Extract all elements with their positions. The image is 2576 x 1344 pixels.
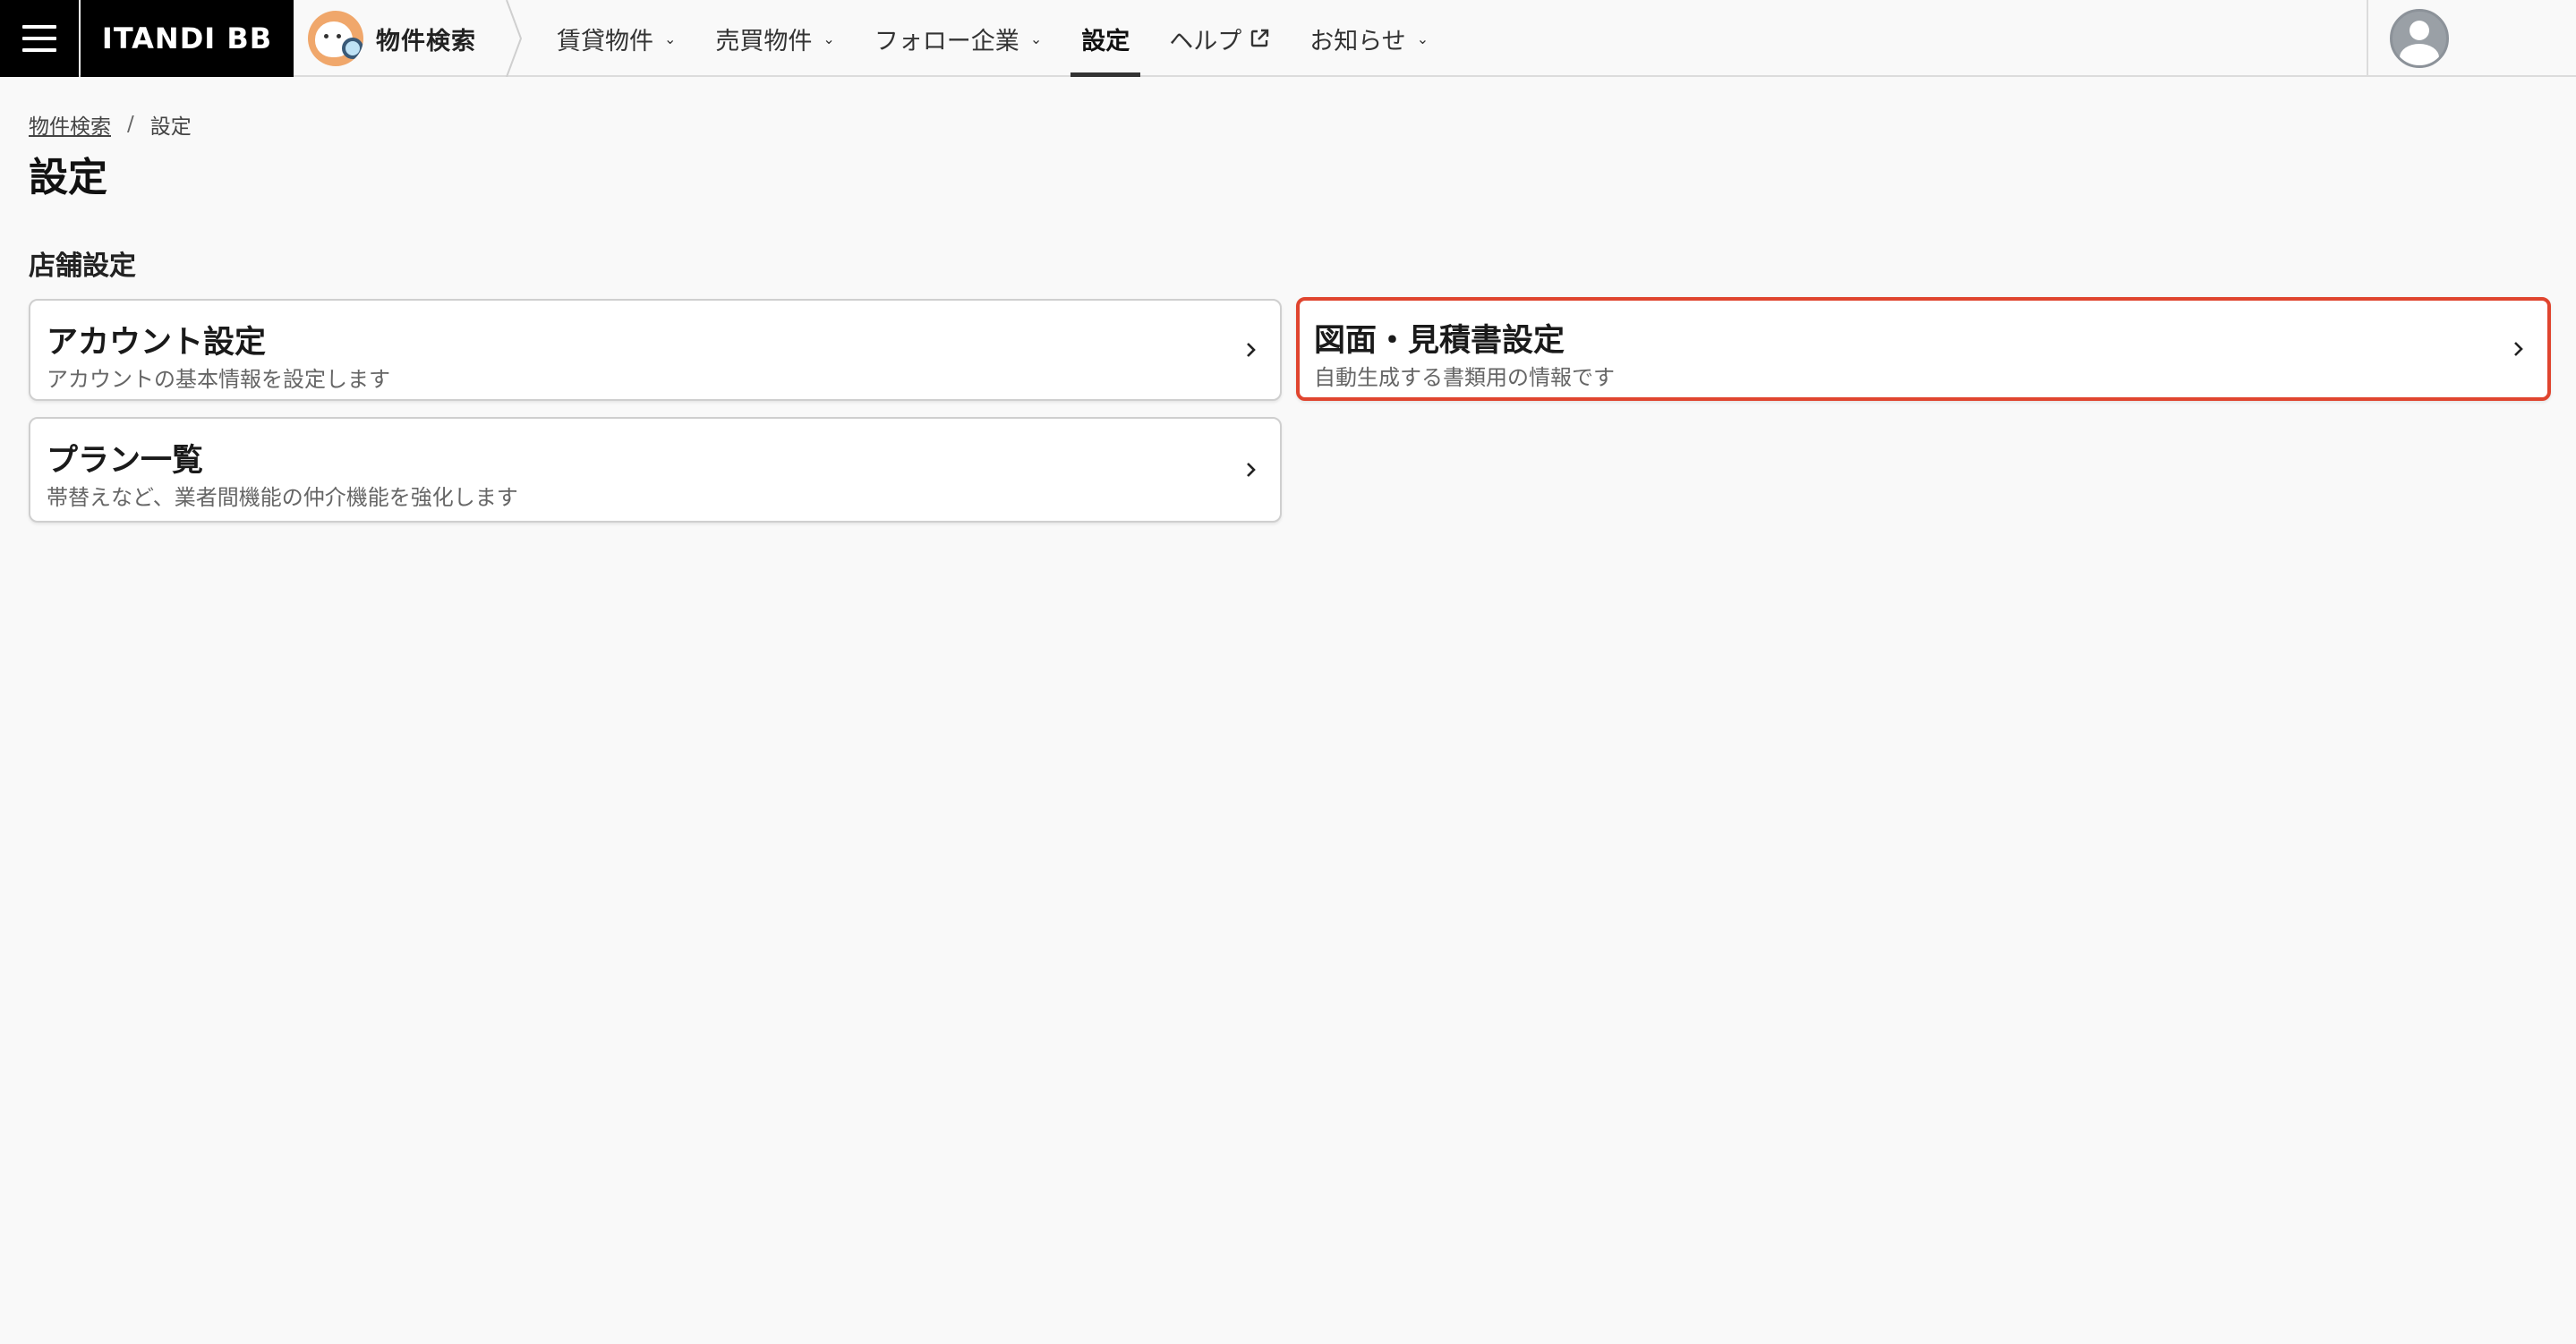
chevron-down-icon: ⌄ bbox=[1029, 30, 1043, 47]
nav-notices[interactable]: お知らせ ⌄ bbox=[1290, 0, 1448, 77]
nav-label: 賃貸物件 bbox=[557, 27, 653, 55]
nav-settings[interactable]: 設定 bbox=[1062, 0, 1149, 77]
chevron-right-icon bbox=[1247, 463, 1256, 477]
hamburger-icon bbox=[22, 25, 56, 52]
top-navigation-bar: ITANDI BB 物件検索 賃貸物件 ⌄ 売買物件 ⌄ フォロー企業 ⌄ 設定… bbox=[0, 0, 2576, 77]
nav-label: フォロー企業 bbox=[874, 27, 1019, 55]
page-title: 設定 bbox=[29, 155, 107, 200]
hamburger-menu-button[interactable] bbox=[0, 0, 79, 77]
section-title-store-settings: 店舗設定 bbox=[29, 251, 136, 282]
nav-rental-properties[interactable]: 賃貸物件 ⌄ bbox=[537, 0, 695, 77]
card-title: プラン一覧 bbox=[47, 443, 204, 479]
external-link-icon bbox=[1251, 29, 1269, 47]
card-description: 自動生成する書類用の情報です bbox=[1314, 365, 1615, 390]
breadcrumb-current: 設定 bbox=[149, 115, 192, 139]
card-plan-list[interactable]: プラン一覧 帯替えなど、業者間機能の仲介機能を強化します bbox=[29, 417, 1282, 523]
user-menu[interactable] bbox=[2367, 0, 2576, 77]
chevron-right-icon bbox=[2514, 342, 2523, 356]
nav-label: 設定 bbox=[1081, 27, 1130, 55]
product-switcher[interactable]: 物件検索 bbox=[294, 0, 508, 77]
bear-mascot-icon bbox=[308, 11, 363, 66]
card-title: アカウント設定 bbox=[47, 325, 267, 361]
breadcrumb-chevron-separator bbox=[506, 0, 523, 77]
card-account-settings[interactable]: アカウント設定 アカウントの基本情報を設定します bbox=[29, 299, 1282, 401]
main-nav: 賃貸物件 ⌄ 売買物件 ⌄ フォロー企業 ⌄ 設定 ヘルプ お知らせ ⌄ bbox=[537, 0, 1448, 77]
card-drawing-estimate-settings[interactable]: 図面・見積書設定 自動生成する書類用の情報です bbox=[1296, 297, 2551, 401]
user-avatar-icon[interactable] bbox=[2390, 9, 2449, 68]
card-title: 図面・見積書設定 bbox=[1314, 323, 1565, 359]
nav-label: お知らせ bbox=[1309, 27, 1406, 55]
nav-help[interactable]: ヘルプ bbox=[1149, 0, 1290, 77]
chevron-down-icon: ⌄ bbox=[664, 30, 677, 47]
nav-sale-properties[interactable]: 売買物件 ⌄ bbox=[695, 0, 854, 77]
card-description: アカウントの基本情報を設定します bbox=[47, 367, 390, 392]
product-label: 物件検索 bbox=[376, 27, 476, 55]
chevron-down-icon: ⌄ bbox=[823, 30, 835, 47]
nav-label: ヘルプ bbox=[1169, 27, 1242, 55]
breadcrumb-separator: / bbox=[127, 113, 134, 136]
chevron-down-icon: ⌄ bbox=[1416, 30, 1429, 47]
brand-logo[interactable]: ITANDI BB bbox=[81, 0, 294, 77]
nav-follow-companies[interactable]: フォロー企業 ⌄ bbox=[855, 0, 1062, 77]
breadcrumb-link-property-search[interactable]: 物件検索 bbox=[29, 109, 111, 140]
nav-label: 売買物件 bbox=[715, 27, 813, 55]
chevron-right-icon bbox=[1247, 343, 1256, 357]
card-description: 帯替えなど、業者間機能の仲介機能を強化します bbox=[47, 485, 518, 510]
breadcrumb: 物件検索 / 設定 bbox=[29, 109, 192, 140]
